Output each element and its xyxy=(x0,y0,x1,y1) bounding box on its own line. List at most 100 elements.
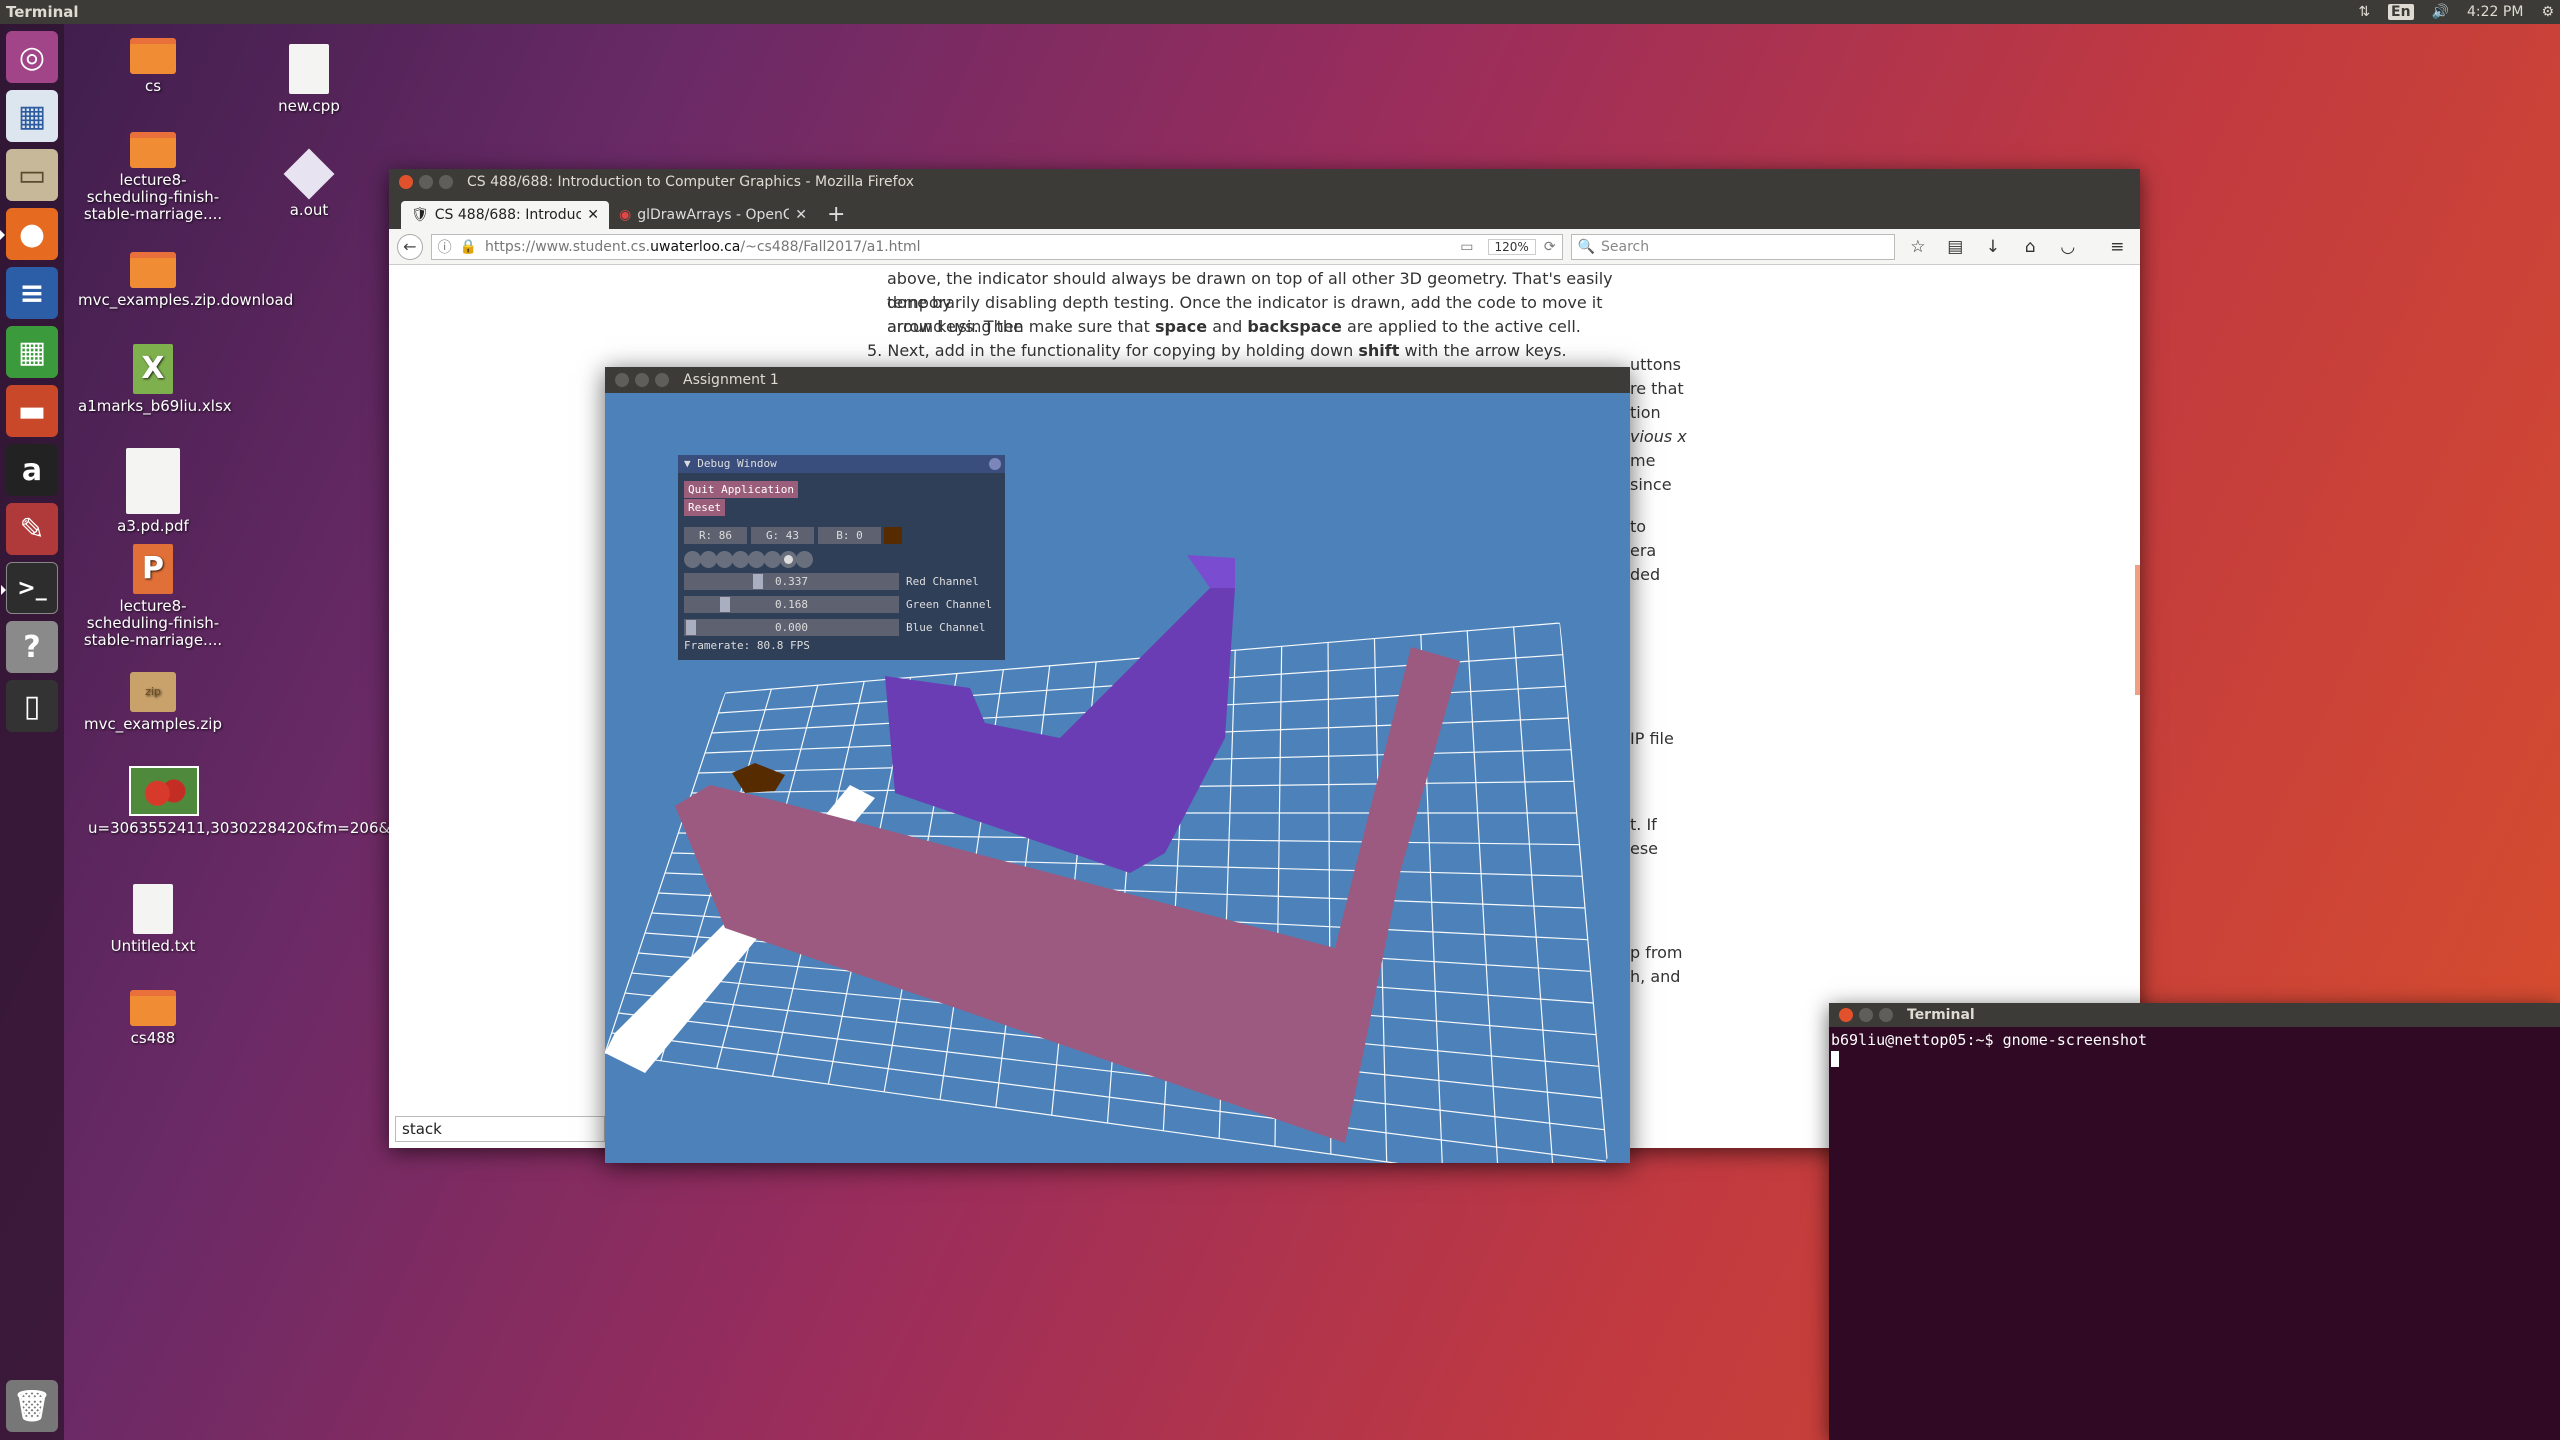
desktop-icon-lecture8-pptx[interactable]: P lecture8-scheduling-finish-stable-marr… xyxy=(78,544,228,649)
scrollbar[interactable] xyxy=(2135,565,2140,695)
active-app-name[interactable]: Terminal xyxy=(0,3,79,21)
color-radio-3[interactable] xyxy=(732,551,749,568)
maximize-window-button[interactable] xyxy=(439,175,453,189)
color-radio-1[interactable] xyxy=(700,551,717,568)
terminal-output[interactable]: b69liu@nettop05:~$ gnome-screenshot xyxy=(1829,1027,2560,1071)
desktop-icon-new-cpp[interactable]: new.cpp xyxy=(234,44,384,115)
terminal-titlebar[interactable]: Terminal xyxy=(1829,1003,2560,1027)
cursor-cube xyxy=(732,763,785,793)
green-channel-slider[interactable]: 0.168 xyxy=(684,596,899,613)
color-radio-6[interactable] xyxy=(780,551,797,568)
find-in-page-input[interactable]: stack xyxy=(395,1116,605,1142)
url-bar[interactable]: ⓘ 🔒 https://www.student.cs.uwaterloo.ca/… xyxy=(430,233,1563,260)
desktop-icon-cs[interactable]: cs xyxy=(78,38,228,95)
b-field[interactable]: B: 0 xyxy=(818,527,881,544)
g-field[interactable]: G: 43 xyxy=(751,527,814,544)
blue-channel-slider[interactable]: 0.000 xyxy=(684,619,899,636)
zoom-indicator[interactable]: 120% xyxy=(1487,238,1536,255)
reader-view-icon[interactable]: ▭ xyxy=(1460,239,1473,255)
assignment-titlebar[interactable]: Assignment 1 xyxy=(605,367,1630,393)
red-channel-slider[interactable]: 0.337 xyxy=(684,573,899,590)
desktop-icon-untitled-txt[interactable]: Untitled.txt xyxy=(78,884,228,955)
trash-icon[interactable]: 🗑 xyxy=(6,1380,58,1432)
color-radio-7[interactable] xyxy=(796,551,813,568)
blue-channel-label: Blue Channel xyxy=(906,621,986,634)
close-tab-icon[interactable]: ✕ xyxy=(795,207,807,223)
slider-grab[interactable] xyxy=(719,597,730,612)
debug-window: ▼ Debug Window Quit Application Reset R:… xyxy=(678,455,1005,660)
new-tab-button[interactable]: + xyxy=(817,202,855,229)
clock[interactable]: 4:22 PM xyxy=(2467,4,2523,20)
close-window-button[interactable] xyxy=(399,175,413,189)
libreoffice-impress-icon[interactable]: ▬ xyxy=(6,385,58,437)
color-radio-2[interactable] xyxy=(716,551,733,568)
text-file-icon xyxy=(133,884,173,934)
files-icon[interactable]: ▭ xyxy=(6,149,58,201)
maximize-window-button[interactable] xyxy=(1879,1008,1893,1022)
desktop-icon-a-out[interactable]: a.out xyxy=(234,148,384,219)
download-icon[interactable]: ↓ xyxy=(1978,237,2007,257)
help-icon[interactable]: ? xyxy=(6,621,58,673)
close-window-button[interactable] xyxy=(615,373,629,387)
green-channel-label: Green Channel xyxy=(906,598,993,611)
device-icon[interactable]: ▯ xyxy=(6,680,58,732)
close-tab-icon[interactable]: ✕ xyxy=(587,207,599,223)
search-input[interactable]: 🔍 Search xyxy=(1570,233,1896,260)
desktop-icon-lecture8-folder[interactable]: lecture8-scheduling-finish-stable-marria… xyxy=(78,132,228,223)
home-icon[interactable]: ⌂ xyxy=(2016,237,2045,257)
reload-icon[interactable]: ⟳ xyxy=(1544,239,1556,255)
slider-grab[interactable] xyxy=(753,574,764,589)
minimize-window-button[interactable] xyxy=(419,175,433,189)
collapse-triangle-icon[interactable]: ▼ xyxy=(684,457,691,470)
desktop-icon-a1marks[interactable]: X a1marks_b69liu.xlsx xyxy=(78,344,232,415)
firefox-titlebar[interactable]: CS 488/688: Introduction to Computer Gra… xyxy=(389,169,2140,195)
debug-close-icon[interactable] xyxy=(989,458,1001,470)
content-fragment: vious x xyxy=(1630,427,1687,446)
system-tray: ⇅ En 🔊 4:22 PM ⚙ xyxy=(2358,0,2554,24)
debug-window-titlebar[interactable]: ▼ Debug Window xyxy=(678,455,1005,473)
bookmark-star-icon[interactable]: ☆ xyxy=(1903,237,1932,257)
keyboard-layout-indicator[interactable]: En xyxy=(2388,4,2414,20)
info-icon[interactable]: ⓘ xyxy=(438,237,452,257)
amazon-icon[interactable]: a xyxy=(6,444,58,496)
slider-grab[interactable] xyxy=(686,620,696,635)
dash-home-icon[interactable]: ◎ xyxy=(6,31,58,83)
quit-application-button[interactable]: Quit Application xyxy=(684,481,798,498)
grid-line xyxy=(605,1052,1610,1163)
desktop-icon-cs488[interactable]: cs488 xyxy=(78,990,228,1047)
network-icon[interactable]: ⇅ xyxy=(2358,4,2370,20)
color-radio-5[interactable] xyxy=(764,551,781,568)
image-viewer-icon[interactable]: ▦ xyxy=(6,90,58,142)
lock-icon: 🔒 xyxy=(459,238,478,255)
minimize-window-button[interactable] xyxy=(1859,1008,1873,1022)
r-field[interactable]: R: 86 xyxy=(684,527,747,544)
libreoffice-writer-icon[interactable]: ≡ xyxy=(6,267,58,319)
desktop-icon-jpg[interactable]: u=3063552411,3030228420&fm=206&gp=0.jpg xyxy=(88,766,459,837)
terminal-icon[interactable]: >_ xyxy=(1,562,58,614)
volume-icon[interactable]: 🔊 xyxy=(2432,4,2449,20)
desktop-icon-mvc-zip[interactable]: zip mvc_examples.zip xyxy=(78,672,228,733)
firefox-icon[interactable]: ● xyxy=(0,208,58,260)
hamburger-menu-icon[interactable]: ≡ xyxy=(2103,237,2132,257)
maximize-window-button[interactable] xyxy=(655,373,669,387)
libreoffice-calc-icon[interactable]: ▦ xyxy=(6,326,58,378)
desktop-icon-mvc-download[interactable]: mvc_examples.zip.download xyxy=(78,252,293,309)
close-window-button[interactable] xyxy=(1839,1008,1853,1022)
settings-gear-icon[interactable]: ⚙ xyxy=(2541,4,2554,20)
pocket-icon[interactable]: ◡ xyxy=(2053,237,2082,257)
minimize-window-button[interactable] xyxy=(635,373,649,387)
back-button[interactable]: ← xyxy=(397,233,423,260)
content-fragment: since xyxy=(1630,475,1672,494)
system-settings-icon[interactable]: ✎ xyxy=(6,503,58,555)
tab-cs488[interactable]: 🛡 CS 488/688: Introducti ✕ xyxy=(401,201,609,229)
library-icon[interactable]: ▤ xyxy=(1941,237,1970,257)
reset-button[interactable]: Reset xyxy=(684,499,726,516)
red-channel-label: Red Channel xyxy=(906,575,979,588)
color-radio-4[interactable] xyxy=(748,551,765,568)
pink-wall xyxy=(675,647,1460,1143)
desktop-icon-a3-pdf[interactable]: a3.pd.pdf xyxy=(78,448,228,535)
tab-gldrawarrays[interactable]: ◉ glDrawArrays - OpenG ✕ xyxy=(609,201,817,229)
color-radio-0[interactable] xyxy=(684,551,701,568)
color-swatch[interactable] xyxy=(884,527,902,544)
folder-icon xyxy=(130,132,176,168)
